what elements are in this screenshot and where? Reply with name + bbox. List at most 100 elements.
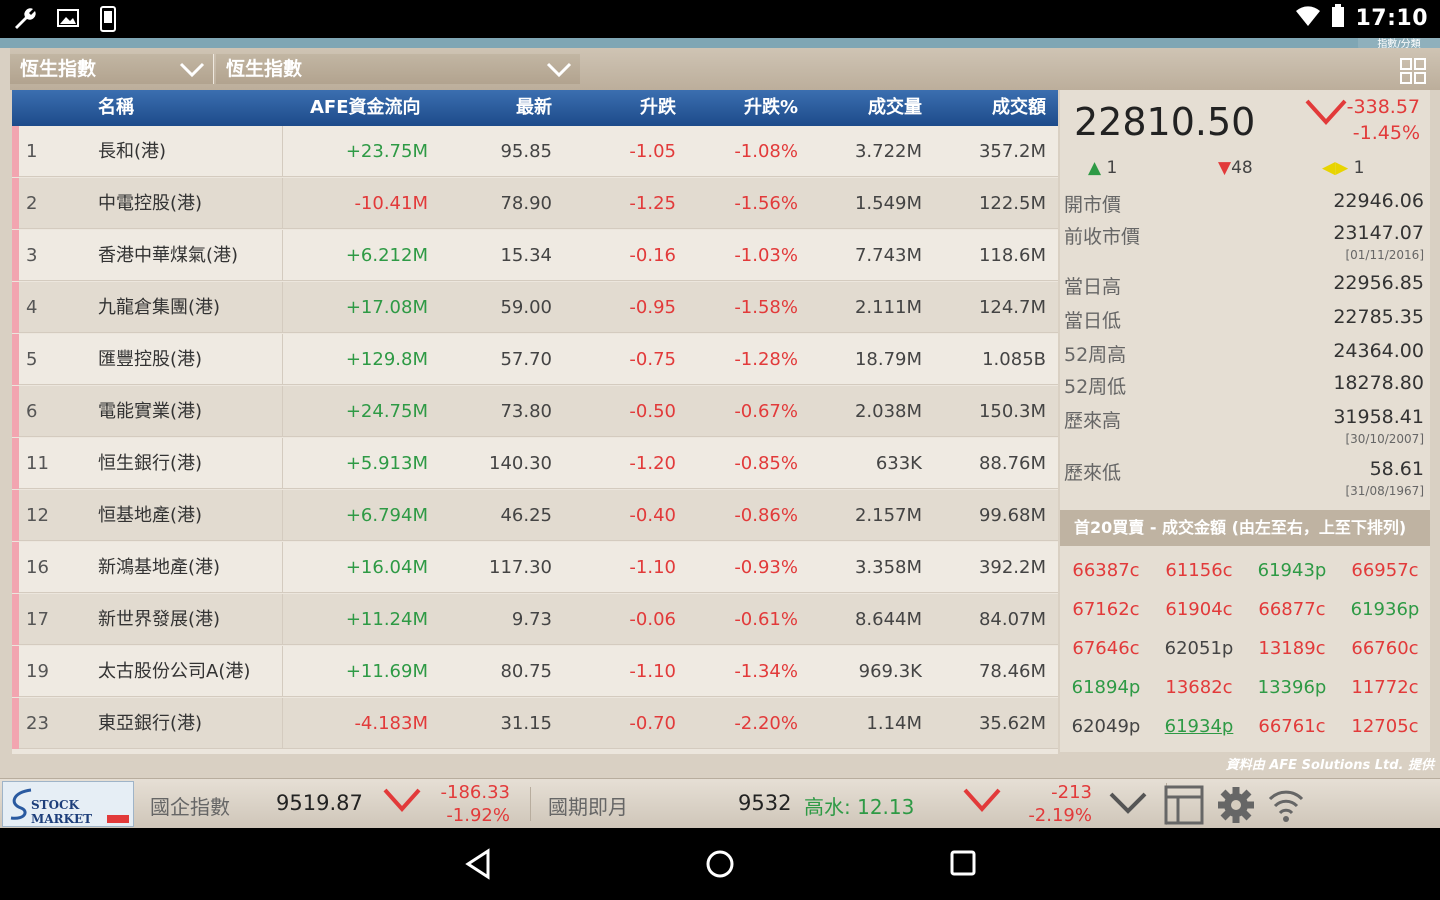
broker-code[interactable]: 66760c (1339, 630, 1431, 668)
column-divider (282, 698, 283, 749)
header-name[interactable]: 名稱 (98, 90, 134, 126)
grid-layout-icon[interactable] (1400, 58, 1426, 84)
table-row[interactable]: 2 中電控股(港) -10.41M 78.90 -1.25 -1.56% 1.549M 122… (12, 178, 1058, 229)
broker-code[interactable]: 66957c (1339, 552, 1431, 590)
table-row[interactable]: 19 太古股份公司A(港) +11.69M 80.75 -1.10 -1.34% 969.3… (12, 646, 1058, 697)
stat-date: [01/11/2016] (1345, 248, 1424, 262)
app-logo[interactable]: STOCK MARKET (2, 781, 134, 827)
stock-code: 11 (26, 453, 49, 474)
broker-code[interactable]: 61934p (1153, 708, 1245, 746)
broker-code[interactable]: 62051p (1153, 630, 1245, 668)
turnover: 35.62M (978, 713, 1046, 734)
market-selector[interactable]: 恆生指數 (10, 54, 214, 84)
row-marker (12, 334, 19, 385)
up-triangle-icon: ▲ (1088, 158, 1102, 178)
broker-code[interactable]: 61936p (1339, 591, 1431, 629)
home-icon[interactable] (704, 848, 736, 880)
table-row[interactable]: 4 九龍倉集團(港) +17.08M 59.00 -0.95 -1.58% 2.111M 12… (12, 282, 1058, 333)
phone-icon (98, 6, 118, 32)
volume: 2.111M (854, 297, 922, 318)
table-row[interactable]: 1 長和(港) +23.75M 95.85 -1.05 -1.08% 3.722M 357.2… (12, 126, 1058, 177)
decliners: ▼48 (1218, 158, 1253, 178)
signal-icon[interactable] (1266, 787, 1306, 823)
column-divider (282, 542, 283, 593)
broker-code[interactable]: 13189c (1246, 630, 1338, 668)
broker-code[interactable]: 66761c (1246, 708, 1338, 746)
header-flow[interactable]: AFE資金流向 (310, 90, 421, 126)
broker-code[interactable]: 62049p (1060, 708, 1152, 746)
last-price: 9.73 (511, 609, 552, 630)
broker-code[interactable]: 13396p (1246, 669, 1338, 707)
header-change-pct[interactable]: 升跌% (744, 90, 798, 126)
stat-label: 52周低 (1064, 376, 1127, 398)
broker-code[interactable]: 12705c (1339, 708, 1431, 746)
stock-name: 長和(港) (98, 141, 167, 162)
stat-value: 24364.00 (1333, 340, 1424, 362)
back-icon[interactable] (464, 848, 494, 880)
table-row[interactable]: 5 匯豐控股(港) +129.8M 57.70 -0.75 -1.28% 18.79M 1.0… (12, 334, 1058, 385)
column-divider (282, 126, 283, 177)
futures-change-pct: -2.19% (1028, 805, 1092, 826)
gear-icon[interactable] (1216, 785, 1256, 825)
chevron-down-icon[interactable] (1108, 791, 1148, 815)
layout-icon[interactable] (1164, 785, 1204, 825)
broker-code[interactable]: 61904c (1153, 591, 1245, 629)
broker-code[interactable]: 61943p (1246, 552, 1338, 590)
last-price: 15.34 (500, 245, 552, 266)
recents-icon[interactable] (948, 848, 978, 878)
broker-code[interactable]: 67162c (1060, 591, 1152, 629)
stock-code: 19 (26, 661, 49, 682)
table-row[interactable]: 6 電能實業(港) +24.75M 73.80 -0.50 -0.67% 2.038M 150… (12, 386, 1058, 437)
broker-code[interactable]: 61156c (1153, 552, 1245, 590)
hsce-change-pct: -1.92% (446, 805, 510, 826)
table-row[interactable]: 23 東亞銀行(港) -4.183M 31.15 -0.70 -2.20% 1.14M 35.… (12, 698, 1058, 749)
price-change: -0.40 (629, 505, 676, 526)
header-change[interactable]: 升跌 (640, 90, 676, 126)
turnover: 150.3M (978, 401, 1046, 422)
row-marker (12, 698, 19, 749)
broker-code[interactable]: 66877c (1246, 591, 1338, 629)
futures-change-points: -213 (1051, 782, 1092, 803)
price-change-pct: -1.03% (734, 245, 798, 266)
column-divider (282, 594, 283, 645)
broker-code[interactable]: 13682c (1153, 669, 1245, 707)
table-row[interactable]: 17 新世界發展(港) +11.24M 9.73 -0.06 -0.61% 8.644M 84… (12, 594, 1058, 645)
broker-code[interactable]: 67646c (1060, 630, 1152, 668)
chevron-down-icon (179, 62, 205, 78)
price-change: -1.05 (629, 141, 676, 162)
index-selector-label: 恆生指數 (226, 58, 303, 80)
table-row[interactable]: 16 新鴻基地產(港) +16.04M 117.30 -1.10 -0.93% 3.358M… (12, 542, 1058, 593)
battery-icon (1331, 4, 1345, 32)
header-last[interactable]: 最新 (516, 90, 552, 126)
last-price: 57.70 (500, 349, 552, 370)
stock-name: 匯豐控股(港) (98, 349, 203, 370)
price-change: -0.50 (629, 401, 676, 422)
broker-code[interactable]: 61894p (1060, 669, 1152, 707)
stock-name: 電能實業(港) (98, 401, 203, 422)
fund-flow: -10.41M (354, 193, 428, 214)
fund-flow: +129.8M (345, 349, 428, 370)
turnover: 392.2M (978, 557, 1046, 578)
wifi-icon (1295, 5, 1321, 31)
row-marker (12, 490, 19, 541)
turnover: 99.68M (978, 505, 1046, 526)
fund-flow: +23.75M (345, 141, 428, 162)
volume: 1.14M (866, 713, 922, 734)
broker-code[interactable]: 11772c (1339, 669, 1431, 707)
volume: 3.358M (854, 557, 922, 578)
unchanged-count: 1 (1353, 158, 1365, 178)
last-price: 31.15 (500, 713, 552, 734)
header-turnover[interactable]: 成交額 (992, 90, 1046, 126)
price-change-pct: -1.08% (734, 141, 798, 162)
price-change-pct: -1.56% (734, 193, 798, 214)
index-selector[interactable]: 恆生指數 (216, 54, 580, 84)
futures-premium: 高水: 12.13 (804, 795, 915, 819)
table-row[interactable]: 11 恒生銀行(港) +5.913M 140.30 -1.20 -0.85% 633K 88.… (12, 438, 1058, 489)
table-row[interactable]: 12 恒基地產(港) +6.794M 46.25 -0.40 -0.86% 2.157M 99… (12, 490, 1058, 541)
hsce-change-points: -186.33 (440, 782, 510, 803)
table-row[interactable]: 3 香港中華煤氣(港) +6.212M 15.34 -0.16 -1.03% 7.743M 1… (12, 230, 1058, 281)
column-divider (282, 386, 283, 437)
header-volume[interactable]: 成交量 (868, 90, 922, 126)
wrench-icon (12, 6, 38, 32)
broker-code[interactable]: 66387c (1060, 552, 1152, 590)
